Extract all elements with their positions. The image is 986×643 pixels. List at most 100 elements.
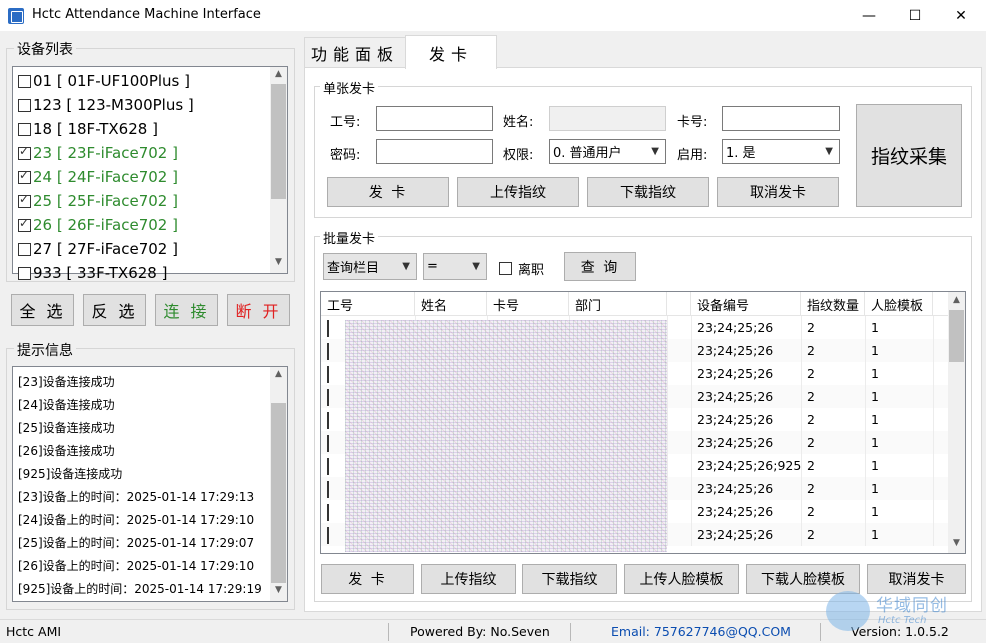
- resigned-checkbox-box[interactable]: [499, 262, 512, 275]
- cell-divider: [667, 316, 668, 339]
- device-item[interactable]: 933 [ 33F-TX628 ]: [18, 261, 167, 285]
- log-textbox[interactable]: [23]设备连接成功 [24]设备连接成功 [25]设备连接成功 [26]设备连…: [12, 366, 288, 602]
- face-template-cell: 1: [871, 366, 879, 381]
- device-item[interactable]: 24 [ 24F-iFace702 ]: [18, 165, 178, 189]
- device-item[interactable]: 25 [ 25F-iFace702 ]: [18, 189, 178, 213]
- column-header[interactable]: 部门: [569, 292, 667, 316]
- cancel-issue-button[interactable]: 取消发卡: [717, 177, 839, 207]
- face-template-cell: 1: [871, 481, 879, 496]
- row-checkbox[interactable]: [327, 435, 329, 452]
- device-checkbox[interactable]: [18, 192, 31, 208]
- row-checkbox[interactable]: [327, 389, 329, 406]
- row-checkbox[interactable]: [327, 481, 329, 498]
- scroll-down-arrow-icon[interactable]: ▼: [948, 538, 965, 548]
- upload-fingerprint-button[interactable]: 上传指纹: [457, 177, 579, 207]
- device-item[interactable]: 27 [ 27F-iFace702 ]: [18, 237, 178, 261]
- fingerprint-count-cell: 2: [807, 527, 815, 542]
- row-checkbox[interactable]: [327, 343, 329, 360]
- tab-function-panel[interactable]: 功能面板: [304, 37, 406, 67]
- invert-selection-button[interactable]: 反 选: [83, 294, 146, 326]
- scroll-up-arrow-icon[interactable]: ▲: [948, 295, 965, 305]
- maximize-button[interactable]: ☐: [892, 0, 938, 31]
- tab-issue-card[interactable]: 发卡: [405, 35, 497, 69]
- device-number-cell: 23;24;25;26: [697, 435, 774, 450]
- batch-issue-button[interactable]: 发 卡: [321, 564, 414, 594]
- status-email-link[interactable]: Email: 757627746@QQ.COM: [611, 624, 791, 639]
- card-no-input[interactable]: [722, 106, 840, 131]
- scroll-up-arrow-icon[interactable]: ▲: [270, 369, 287, 379]
- query-field-select[interactable]: 查询栏目 ▼: [323, 253, 417, 280]
- status-divider: [570, 623, 571, 641]
- device-item[interactable]: 23 [ 23F-iFace702 ]: [18, 141, 178, 165]
- minimize-button[interactable]: —: [846, 0, 892, 31]
- device-item[interactable]: 01 [ 01F-UF100Plus ]: [18, 69, 190, 93]
- scroll-thumb[interactable]: [949, 310, 964, 362]
- device-checkbox[interactable]: [18, 216, 31, 232]
- device-item[interactable]: 123 [ 123-M300Plus ]: [18, 93, 194, 117]
- cell-divider: [933, 431, 934, 454]
- cell-divider: [865, 500, 866, 523]
- device-label: 26 [ 26F-iFace702 ]: [33, 216, 178, 234]
- employee-id-input[interactable]: [376, 106, 493, 131]
- query-button[interactable]: 查 询: [564, 252, 636, 281]
- device-checkbox[interactable]: [18, 98, 31, 112]
- cell-divider: [667, 362, 668, 385]
- device-item[interactable]: 26 [ 26F-iFace702 ]: [18, 213, 178, 237]
- column-header-blank[interactable]: [667, 292, 691, 316]
- permission-label: 权限:: [503, 148, 534, 163]
- permission-select[interactable]: 0. 普通用户 ▼: [549, 139, 666, 164]
- scroll-down-arrow-icon[interactable]: ▼: [270, 257, 287, 267]
- device-checklist[interactable]: 01 [ 01F-UF100Plus ] 123 [ 123-M300Plus …: [12, 66, 288, 282]
- face-template-cell: 1: [871, 343, 879, 358]
- row-checkbox[interactable]: [327, 320, 329, 337]
- fingerprint-capture-button[interactable]: 指纹采集: [856, 104, 962, 207]
- issue-card-button[interactable]: 发 卡: [327, 177, 449, 207]
- device-list-scrollbar[interactable]: ▲ ▼: [270, 67, 287, 273]
- watermark-logo: 华域同创 Hctc Tech: [826, 589, 976, 635]
- column-header[interactable]: 指纹数量: [801, 292, 865, 316]
- device-label: 18 [ 18F-TX628 ]: [33, 120, 158, 138]
- column-header[interactable]: 工号: [321, 292, 415, 316]
- row-checkbox[interactable]: [327, 504, 329, 521]
- scroll-down-arrow-icon[interactable]: ▼: [270, 585, 287, 595]
- device-checkbox[interactable]: [18, 122, 31, 136]
- device-checkbox[interactable]: [18, 74, 31, 88]
- device-item[interactable]: 18 [ 18F-TX628 ]: [18, 117, 158, 141]
- scroll-thumb[interactable]: [271, 403, 286, 583]
- password-input[interactable]: [376, 139, 493, 164]
- operator-select[interactable]: = ▼: [423, 253, 487, 280]
- row-checkbox[interactable]: [327, 412, 329, 429]
- download-fingerprint-button[interactable]: 下载指纹: [587, 177, 709, 207]
- cell-divider: [691, 362, 692, 385]
- row-checkbox[interactable]: [327, 366, 329, 383]
- select-all-button[interactable]: 全 选: [11, 294, 74, 326]
- log-scrollbar[interactable]: ▲ ▼: [270, 367, 287, 601]
- close-button[interactable]: ✕: [938, 0, 984, 31]
- resigned-checkbox[interactable]: 离职: [499, 259, 544, 278]
- upload-face-template-button[interactable]: 上传人脸模板: [624, 564, 739, 594]
- cell-divider: [667, 477, 668, 500]
- scroll-up-arrow-icon[interactable]: ▲: [270, 69, 287, 79]
- column-header[interactable]: 卡号: [487, 292, 569, 316]
- device-checkbox[interactable]: [18, 144, 31, 160]
- batch-upload-fingerprint-button[interactable]: 上传指纹: [421, 564, 516, 594]
- connect-button[interactable]: 连 接: [155, 294, 218, 326]
- device-checkbox[interactable]: [18, 168, 31, 184]
- card-no-label: 卡号:: [677, 115, 708, 130]
- enable-select[interactable]: 1. 是 ▼: [722, 139, 840, 164]
- cell-divider: [933, 316, 934, 339]
- log-line: [925]设备上的时间：2025-01-14 17:29:19: [18, 582, 262, 596]
- grid-scrollbar[interactable]: ▲ ▼: [948, 292, 965, 553]
- batch-download-fingerprint-button[interactable]: 下载指纹: [522, 564, 617, 594]
- disconnect-button[interactable]: 断 开: [227, 294, 290, 326]
- device-number-cell: 23;24;25;26: [697, 389, 774, 404]
- column-header[interactable]: 姓名: [415, 292, 487, 316]
- scroll-thumb[interactable]: [271, 84, 286, 199]
- column-header[interactable]: 人脸模板: [865, 292, 933, 316]
- row-checkbox[interactable]: [327, 527, 329, 544]
- device-checkbox[interactable]: [18, 266, 31, 280]
- device-checkbox[interactable]: [18, 242, 31, 256]
- password-label: 密码:: [330, 148, 361, 163]
- column-header[interactable]: 设备编号: [691, 292, 801, 316]
- row-checkbox[interactable]: [327, 458, 329, 475]
